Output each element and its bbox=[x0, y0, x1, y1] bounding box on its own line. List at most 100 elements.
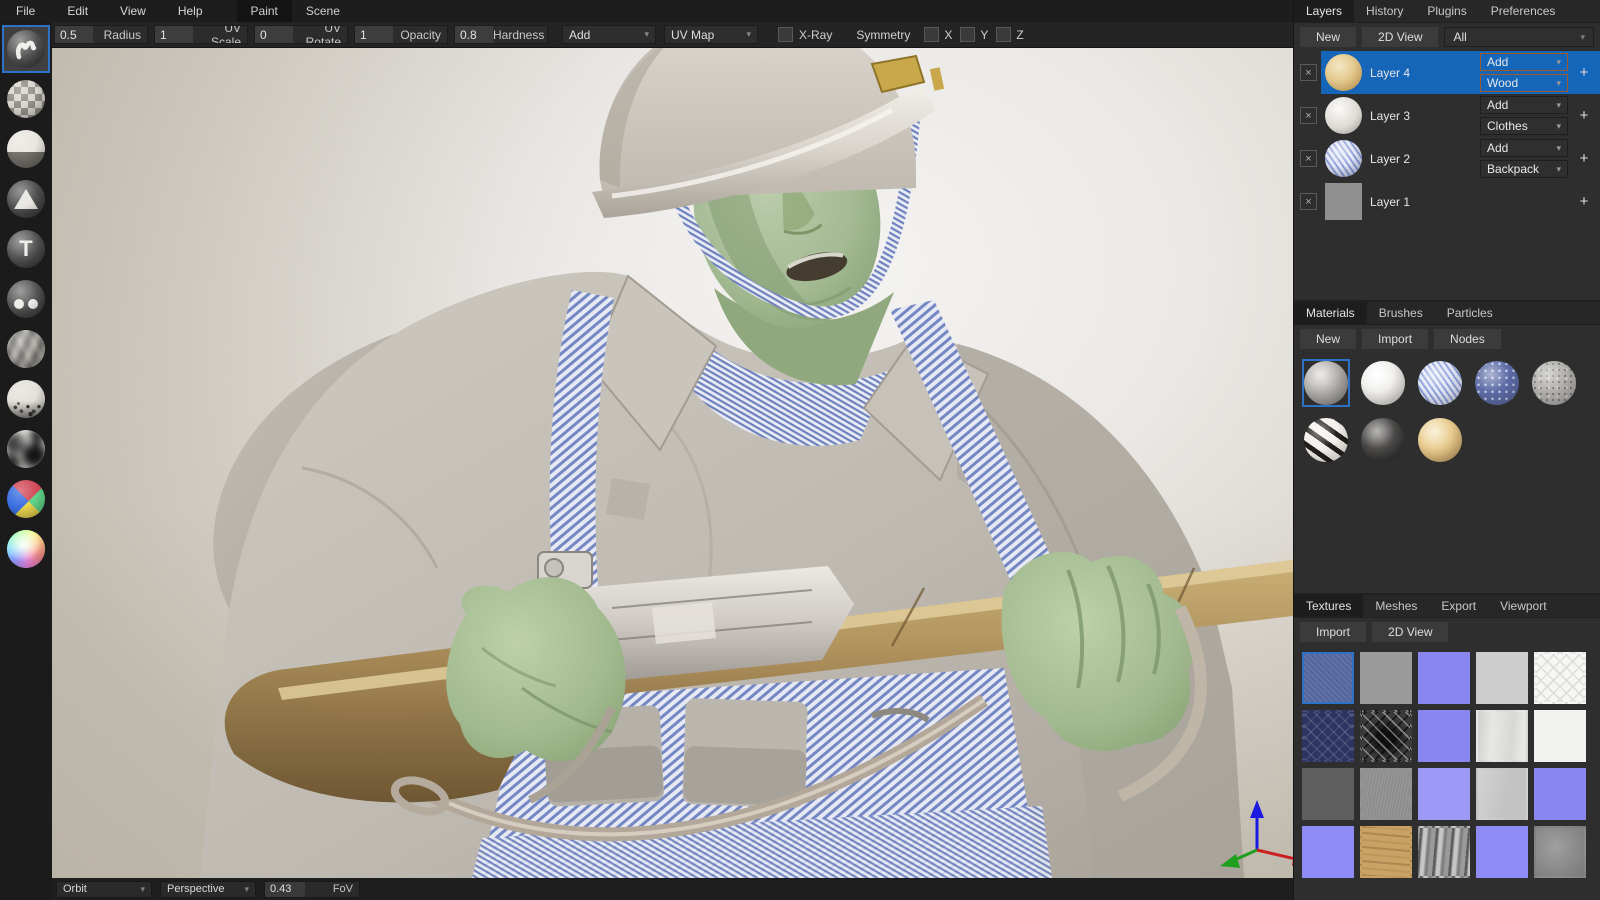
panel-tab-preferences[interactable]: Preferences bbox=[1479, 0, 1568, 22]
panel-tab-viewport[interactable]: Viewport bbox=[1488, 595, 1558, 617]
texture-swatch[interactable] bbox=[1476, 826, 1528, 878]
menu-item-help[interactable]: Help bbox=[162, 0, 219, 22]
texture-swatch[interactable] bbox=[1534, 768, 1586, 820]
workspace-tab-scene[interactable]: Scene bbox=[292, 0, 354, 22]
projection-dropdown[interactable]: Perspective▾ bbox=[160, 881, 256, 898]
tool-text-button[interactable]: T bbox=[2, 225, 50, 273]
tool-decal-button[interactable] bbox=[2, 175, 50, 223]
materials-import-button[interactable]: Import bbox=[1362, 329, 1428, 349]
texture-swatch[interactable] bbox=[1302, 710, 1354, 762]
symmetry-y-checkbox[interactable] bbox=[960, 27, 975, 42]
material-swatch[interactable] bbox=[1473, 359, 1521, 407]
layer-row[interactable]: ×Layer 3Add▾Clothes▾+ bbox=[1294, 94, 1600, 137]
layer-blend-dropdown[interactable]: Add▾ bbox=[1480, 53, 1568, 71]
tool-bake-button[interactable] bbox=[2, 425, 50, 473]
tool-brush-button[interactable] bbox=[2, 25, 50, 73]
texture-swatch[interactable] bbox=[1476, 768, 1528, 820]
uv-scale-field[interactable]: 1UV Scale bbox=[154, 25, 248, 44]
layer-thumbnail[interactable] bbox=[1325, 140, 1362, 177]
layer-blend-dropdown[interactable]: Add▾ bbox=[1480, 139, 1568, 157]
layer-mask-add-button[interactable]: + bbox=[1576, 193, 1592, 210]
layer-delete-button[interactable]: × bbox=[1300, 64, 1317, 81]
layers-2d-view-button[interactable]: 2D View bbox=[1362, 27, 1438, 47]
panel-tab-layers[interactable]: Layers bbox=[1294, 0, 1354, 22]
texture-swatch[interactable] bbox=[1418, 768, 1470, 820]
panel-tab-particles[interactable]: Particles bbox=[1435, 302, 1505, 324]
panel-tab-history[interactable]: History bbox=[1354, 0, 1415, 22]
symmetry-x-checkbox[interactable] bbox=[924, 27, 939, 42]
texture-swatch[interactable] bbox=[1302, 826, 1354, 878]
texture-swatch[interactable] bbox=[1302, 768, 1354, 820]
symmetry-z-checkbox[interactable] bbox=[996, 27, 1011, 42]
workspace-tab-paint[interactable]: Paint bbox=[237, 0, 292, 22]
texture-swatch[interactable] bbox=[1476, 652, 1528, 704]
texture-swatch[interactable] bbox=[1534, 826, 1586, 878]
material-swatch[interactable] bbox=[1416, 416, 1464, 464]
panel-tab-brushes[interactable]: Brushes bbox=[1367, 302, 1435, 324]
texture-swatch[interactable] bbox=[1534, 652, 1586, 704]
materials-nodes-button[interactable]: Nodes bbox=[1434, 329, 1501, 349]
layer-object-dropdown[interactable]: Backpack▾ bbox=[1480, 160, 1568, 178]
object-filter-dropdown[interactable]: All ▾ bbox=[1444, 27, 1594, 47]
radius-field[interactable]: 0.5Radius bbox=[54, 25, 148, 44]
layer-mask-add-button[interactable]: + bbox=[1576, 150, 1592, 167]
material-swatch[interactable] bbox=[1530, 359, 1578, 407]
layer-thumbnail[interactable] bbox=[1325, 54, 1362, 91]
hardness-field[interactable]: 0.8Hardness bbox=[454, 25, 548, 44]
opacity-field[interactable]: 1Opacity bbox=[354, 25, 448, 44]
tool-particle-button[interactable] bbox=[2, 375, 50, 423]
layers-new-button[interactable]: New bbox=[1300, 27, 1356, 47]
layer-body[interactable]: Layer 3Add▾Clothes▾+ bbox=[1321, 94, 1600, 137]
layer-mask-add-button[interactable]: + bbox=[1576, 107, 1592, 124]
tool-clone-button[interactable] bbox=[2, 275, 50, 323]
layer-blend-dropdown[interactable]: Add▾ bbox=[1480, 96, 1568, 114]
texture-swatch[interactable] bbox=[1418, 826, 1470, 878]
layer-delete-button[interactable]: × bbox=[1300, 150, 1317, 167]
tool-eraser-button[interactable] bbox=[2, 75, 50, 123]
panel-tab-materials[interactable]: Materials bbox=[1294, 302, 1367, 324]
texture-swatch[interactable] bbox=[1418, 652, 1470, 704]
texture-swatch[interactable] bbox=[1476, 710, 1528, 762]
material-swatch[interactable] bbox=[1416, 359, 1464, 407]
layer-delete-button[interactable]: × bbox=[1300, 107, 1317, 124]
panel-tab-export[interactable]: Export bbox=[1429, 595, 1488, 617]
menu-item-edit[interactable]: Edit bbox=[51, 0, 104, 22]
texture-swatch[interactable] bbox=[1534, 710, 1586, 762]
layer-mask-add-button[interactable]: + bbox=[1576, 64, 1592, 81]
panel-tab-meshes[interactable]: Meshes bbox=[1363, 595, 1429, 617]
texture-swatch[interactable] bbox=[1360, 652, 1412, 704]
texture-swatch[interactable] bbox=[1302, 652, 1354, 704]
tool-colorid-button[interactable] bbox=[2, 475, 50, 523]
layer-thumbnail[interactable] bbox=[1325, 97, 1362, 134]
projection-dropdown[interactable]: UV Map▾ bbox=[664, 25, 758, 44]
material-swatch[interactable] bbox=[1302, 359, 1350, 407]
layer-row[interactable]: ×Layer 2Add▾Backpack▾+ bbox=[1294, 137, 1600, 180]
material-swatch[interactable] bbox=[1302, 416, 1350, 464]
layer-body[interactable]: Layer 2Add▾Backpack▾+ bbox=[1321, 137, 1600, 180]
xray-checkbox[interactable] bbox=[778, 27, 793, 42]
material-swatch[interactable] bbox=[1359, 416, 1407, 464]
tool-blur-button[interactable] bbox=[2, 325, 50, 373]
texture-swatch[interactable] bbox=[1360, 768, 1412, 820]
blend-mode-dropdown[interactable]: Add▾ bbox=[562, 25, 656, 44]
viewport-3d-scene[interactable] bbox=[52, 48, 1293, 878]
layer-row[interactable]: ×Layer 4Add▾Wood▾+ bbox=[1294, 51, 1600, 94]
textures-2d-view-button[interactable]: 2D View bbox=[1372, 622, 1448, 642]
uv-rotate-field[interactable]: 0UV Rotate bbox=[254, 25, 348, 44]
materials-new-button[interactable]: New bbox=[1300, 329, 1356, 349]
texture-swatch[interactable] bbox=[1360, 826, 1412, 878]
menu-item-file[interactable]: File bbox=[0, 0, 51, 22]
tool-picker-button[interactable] bbox=[2, 525, 50, 573]
material-swatch[interactable] bbox=[1359, 359, 1407, 407]
textures-import-button[interactable]: Import bbox=[1300, 622, 1366, 642]
camera-mode-dropdown[interactable]: Orbit▾ bbox=[56, 881, 152, 898]
layer-row[interactable]: ×Layer 1+ bbox=[1294, 180, 1600, 223]
layer-body[interactable]: Layer 4Add▾Wood▾+ bbox=[1321, 51, 1600, 94]
layer-object-dropdown[interactable]: Clothes▾ bbox=[1480, 117, 1568, 135]
menu-item-view[interactable]: View bbox=[104, 0, 162, 22]
tool-fill-button[interactable] bbox=[2, 125, 50, 173]
layer-thumbnail[interactable] bbox=[1325, 183, 1362, 220]
layer-object-dropdown[interactable]: Wood▾ bbox=[1480, 74, 1568, 92]
panel-tab-plugins[interactable]: Plugins bbox=[1415, 0, 1478, 22]
texture-swatch[interactable] bbox=[1418, 710, 1470, 762]
